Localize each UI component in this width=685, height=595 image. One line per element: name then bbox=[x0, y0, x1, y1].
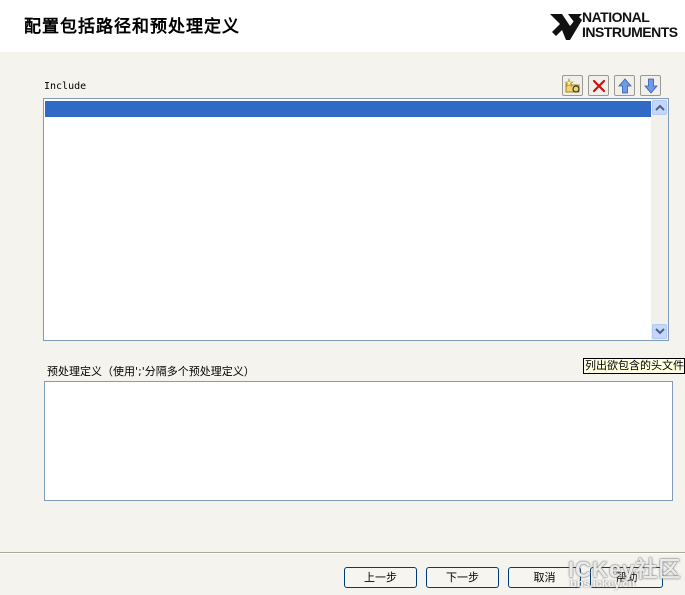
chevron-up-icon bbox=[655, 104, 665, 111]
move-down-icon bbox=[644, 78, 658, 94]
ni-eagle-icon bbox=[550, 14, 582, 40]
next-button[interactable]: 下一步 bbox=[426, 567, 499, 588]
back-button[interactable]: 上一步 bbox=[344, 567, 417, 588]
move-up-icon bbox=[618, 78, 632, 94]
include-path-list[interactable] bbox=[43, 98, 669, 341]
new-folder-icon bbox=[565, 78, 580, 93]
list-scrollbar[interactable] bbox=[651, 99, 668, 340]
tooltip: 列出欲包含的头文件 bbox=[583, 358, 685, 374]
ni-logo: NATIONAL INSTRUMENTS bbox=[548, 8, 685, 48]
include-label: Include bbox=[44, 81, 87, 92]
wizard-header: 配置包括路径和预处理定义 NATIONAL INSTRUMENTS bbox=[0, 0, 685, 52]
new-path-button[interactable] bbox=[562, 75, 583, 96]
move-down-button[interactable] bbox=[640, 75, 661, 96]
watermark-subtext: bbs.ickey.cn bbox=[570, 578, 636, 590]
delete-path-button[interactable] bbox=[588, 75, 609, 96]
logo-text: NATIONAL INSTRUMENTS bbox=[582, 10, 678, 40]
delete-icon bbox=[592, 79, 606, 93]
preprocessor-define-input[interactable] bbox=[44, 381, 673, 501]
chevron-down-icon bbox=[655, 328, 665, 335]
logo-line2: INSTRUMENTS bbox=[582, 24, 678, 40]
list-item-selected[interactable] bbox=[45, 101, 652, 117]
scroll-up-button[interactable] bbox=[652, 100, 667, 115]
page-title: 配置包括路径和预处理定义 bbox=[24, 17, 240, 37]
scroll-down-button[interactable] bbox=[652, 324, 667, 339]
logo-line1: NATIONAL bbox=[582, 9, 650, 25]
move-up-button[interactable] bbox=[614, 75, 635, 96]
preprocessor-define-label: 预处理定义（使用';'分隔多个预处理定义） bbox=[47, 365, 255, 378]
